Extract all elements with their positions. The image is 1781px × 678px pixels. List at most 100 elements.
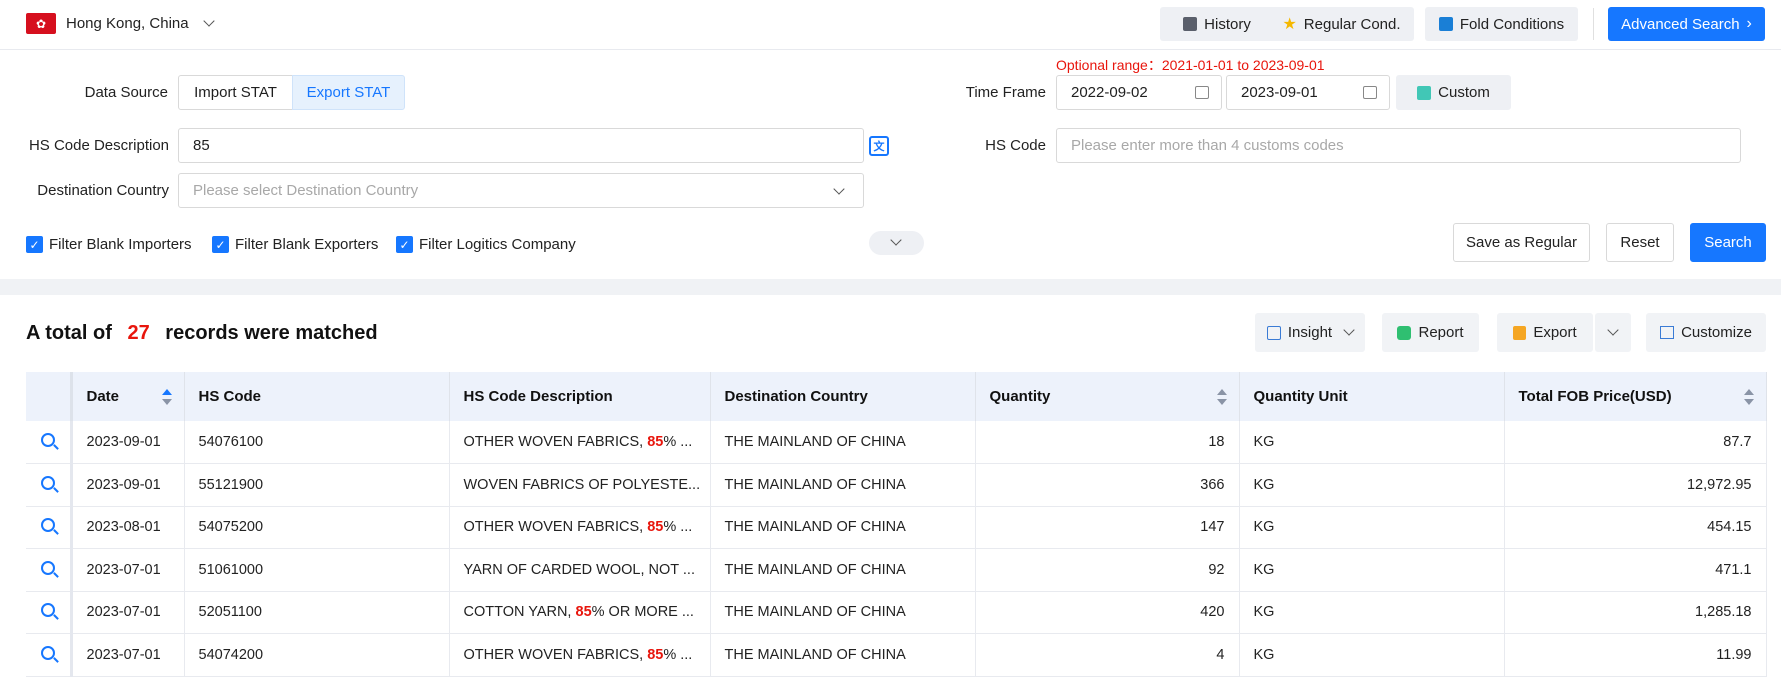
desc-text: YARN OF CARDED WOOL, NOT ... xyxy=(463,561,695,578)
filter-blank-exporters-checkbox[interactable]: ✓ Filter Blank Exporters xyxy=(212,236,378,253)
filter-importers-label: Filter Blank Importers xyxy=(49,236,192,253)
cell-total-fob: 1,285.18 xyxy=(1504,591,1767,634)
search-icon[interactable] xyxy=(40,603,55,618)
cell-quantity: 18 xyxy=(975,421,1240,464)
save-as-regular-button[interactable]: Save as Regular xyxy=(1453,223,1590,262)
search-icon[interactable] xyxy=(40,475,55,490)
custom-range-button[interactable]: Custom xyxy=(1396,75,1511,110)
reset-button[interactable]: Reset xyxy=(1606,223,1674,262)
destination-country-select[interactable]: Please select Destination Country xyxy=(178,173,864,208)
table-row[interactable]: 2023-07-01 51061000 YARN OF CARDED WOOL, N… xyxy=(26,548,1767,592)
filter-logistics-checkbox[interactable]: ✓ Filter Logitics Company xyxy=(396,236,576,253)
cell-hs-desc[interactable]: OTHER WOVEN FABRICS, 85% ... xyxy=(449,506,711,549)
table-row[interactable]: 2023-09-01 55121900 WOVEN FABRICS OF POLYE… xyxy=(26,463,1767,507)
sort-icon[interactable] xyxy=(1216,389,1227,405)
search-icon[interactable] xyxy=(40,560,55,575)
search-icon[interactable] xyxy=(40,518,55,533)
table-row[interactable]: 2023-07-01 52051100 COTTON YARN, 85% OR MO… xyxy=(26,591,1767,634)
row-detail-cell[interactable] xyxy=(26,421,73,464)
desc-text: OTHER WOVEN FABRICS, xyxy=(463,519,648,536)
chevron-down-icon xyxy=(890,234,902,246)
translate-icon[interactable]: 文 xyxy=(869,136,889,156)
region-label: Hong Kong, China xyxy=(66,15,189,32)
filter-blank-importers-checkbox[interactable]: ✓ Filter Blank Importers xyxy=(26,236,192,253)
header-date-label: Date xyxy=(86,388,120,405)
destination-country-label: Destination Country xyxy=(37,182,169,199)
row-detail-cell[interactable] xyxy=(26,548,73,592)
desc-text: COTTON YARN, xyxy=(463,604,576,621)
export-button[interactable]: Export xyxy=(1497,313,1593,352)
hs-desc-label: HS Code Description xyxy=(28,137,169,154)
cell-date: 2023-09-01 xyxy=(71,463,185,507)
customize-button[interactable]: Customize xyxy=(1646,313,1766,352)
table-row[interactable]: 2023-07-01 54074200 OTHER WOVEN FABRICS, 8… xyxy=(26,633,1767,677)
sort-icon[interactable] xyxy=(1743,389,1754,405)
row-detail-cell[interactable] xyxy=(26,463,73,507)
cell-hs-desc[interactable]: OTHER WOVEN FABRICS, 85% ... xyxy=(449,421,711,464)
cell-quantity: 147 xyxy=(975,506,1240,549)
insight-label: Insight xyxy=(1287,324,1333,341)
cell-hs-code: 51061000 xyxy=(184,548,450,592)
date-from-input[interactable]: 2022-09-02 xyxy=(1056,75,1222,110)
date-from-value: 2022-09-02 xyxy=(1071,84,1148,101)
date-to-value: 2023-09-01 xyxy=(1241,84,1318,101)
cell-hs-desc[interactable]: YARN OF CARDED WOOL, NOT ... xyxy=(449,548,711,592)
import-stat-toggle[interactable]: Import STAT xyxy=(178,75,293,110)
desc-highlight: 85 xyxy=(647,646,664,663)
chevron-right-icon: › xyxy=(1746,15,1752,32)
row-detail-cell[interactable] xyxy=(26,506,73,549)
hs-desc-input[interactable]: 85 xyxy=(178,128,864,163)
cell-date: 2023-07-01 xyxy=(71,633,185,677)
toolbar-divider xyxy=(1593,8,1594,40)
cell-quantity-unit: KG xyxy=(1239,548,1505,592)
export-stat-toggle[interactable]: Export STAT xyxy=(292,75,405,110)
search-icon[interactable] xyxy=(40,433,55,447)
report-button[interactable]: Report xyxy=(1382,313,1479,352)
export-icon xyxy=(1513,325,1527,340)
chevron-down-icon xyxy=(203,15,215,27)
advanced-search-button[interactable]: Advanced Search › xyxy=(1608,7,1765,41)
desc-text-rest: % ... xyxy=(663,646,693,663)
fold-conditions-button[interactable]: Fold Conditions xyxy=(1425,7,1578,41)
cell-hs-desc[interactable]: WOVEN FABRICS OF POLYESTE... xyxy=(449,463,711,507)
desc-text: OTHER WOVEN FABRICS, xyxy=(463,646,648,663)
cell-quantity: 366 xyxy=(975,463,1240,507)
search-button[interactable]: Search xyxy=(1690,223,1766,262)
insight-button[interactable]: Insight xyxy=(1255,313,1365,352)
cell-date: 2023-09-01 xyxy=(71,421,185,464)
cell-total-fob: 471.1 xyxy=(1504,548,1767,592)
regular-cond-label: Regular Cond. xyxy=(1303,15,1401,33)
table-row[interactable]: 2023-08-01 54075200 OTHER WOVEN FABRICS, 8… xyxy=(26,506,1767,549)
sort-icon[interactable] xyxy=(161,389,172,405)
cell-hs-desc[interactable]: COTTON YARN, 85% OR MORE ... xyxy=(449,591,711,634)
regular-cond-button[interactable]: ★ Regular Cond. xyxy=(1269,7,1414,41)
history-label: History xyxy=(1204,15,1251,33)
header-quantity[interactable]: Quantity xyxy=(975,372,1240,421)
table-header-row: Date HS Code HS Code Description Destina… xyxy=(26,372,1767,421)
data-source-label: Data Source xyxy=(84,84,168,101)
history-button[interactable]: History xyxy=(1160,7,1274,41)
expand-toggle[interactable] xyxy=(869,231,924,255)
hs-code-input[interactable]: Please enter more than 4 customs codes xyxy=(1056,128,1741,163)
checkmark-icon: ✓ xyxy=(212,236,229,253)
insight-icon xyxy=(1266,325,1281,340)
region-selector[interactable]: Hong Kong, China xyxy=(66,15,215,32)
date-to-input[interactable]: 2023-09-01 xyxy=(1226,75,1390,110)
top-bar: ✿ Hong Kong, China History ★ Regular Con… xyxy=(0,0,1781,50)
export-dropdown-button[interactable] xyxy=(1595,313,1631,352)
header-total-fob[interactable]: Total FOB Price(USD) xyxy=(1504,372,1767,421)
checkmark-icon: ✓ xyxy=(396,236,413,253)
time-frame-label: Time Frame xyxy=(965,84,1046,101)
results-summary: A total of 27 records were matched xyxy=(26,322,378,345)
cell-quantity-unit: KG xyxy=(1239,421,1505,464)
chevron-down-icon xyxy=(833,183,845,195)
row-detail-cell[interactable] xyxy=(26,591,73,634)
header-date[interactable]: Date xyxy=(71,372,185,421)
row-detail-cell[interactable] xyxy=(26,633,73,677)
cell-quantity: 4 xyxy=(975,633,1240,677)
search-icon[interactable] xyxy=(40,645,55,660)
desc-text-rest: % ... xyxy=(663,434,693,450)
table-row[interactable]: 2023-09-01 54076100 OTHER WOVEN FABRICS, 8… xyxy=(26,421,1767,464)
cell-hs-desc[interactable]: OTHER WOVEN FABRICS, 85% ... xyxy=(449,633,711,677)
hs-code-placeholder: Please enter more than 4 customs codes xyxy=(1071,137,1344,154)
